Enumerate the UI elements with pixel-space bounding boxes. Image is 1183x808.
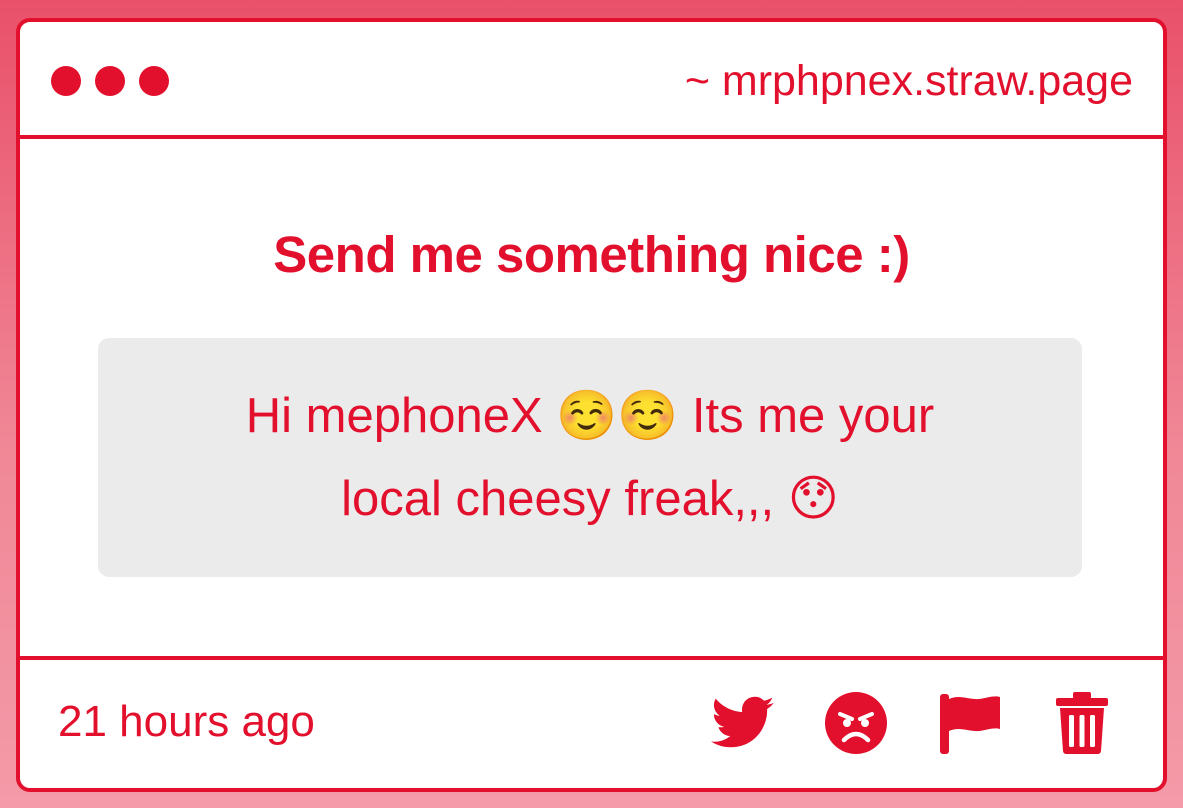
window-dot [139, 66, 169, 96]
message-card: ~ mrphpnex.straw.page Send me something … [16, 18, 1167, 792]
window-dot [95, 66, 125, 96]
window-controls [51, 66, 169, 96]
prompt-heading: Send me something nice :) [273, 226, 910, 283]
message-line-2: local cheesy freak,,, 😯 [341, 471, 839, 526]
message-line-1: Hi mephoneX ☺️☺️ Its me your [245, 388, 935, 443]
footer-bar: 21 hours ago [20, 656, 1163, 788]
twitter-icon [711, 696, 774, 748]
message-box: Hi mephoneX ☺️☺️ Its me your local chees… [98, 338, 1082, 577]
window-dot [51, 66, 81, 96]
message-timestamp: 21 hours ago [58, 697, 315, 746]
trash-icon [1056, 692, 1108, 754]
angry-face-icon [825, 692, 887, 754]
page-url: ~ mrphpnex.straw.page [684, 57, 1133, 105]
flag-icon [940, 694, 1000, 754]
report-button[interactable] [936, 690, 1002, 756]
block-sender-button[interactable] [823, 690, 889, 756]
delete-button[interactable] [1049, 690, 1115, 756]
window-title-bar: ~ mrphpnex.straw.page [20, 22, 1163, 139]
action-buttons [710, 690, 1115, 756]
message-text: Hi mephoneX ☺️☺️ Its me your local chees… [170, 375, 1010, 541]
share-twitter-button[interactable] [710, 690, 776, 756]
